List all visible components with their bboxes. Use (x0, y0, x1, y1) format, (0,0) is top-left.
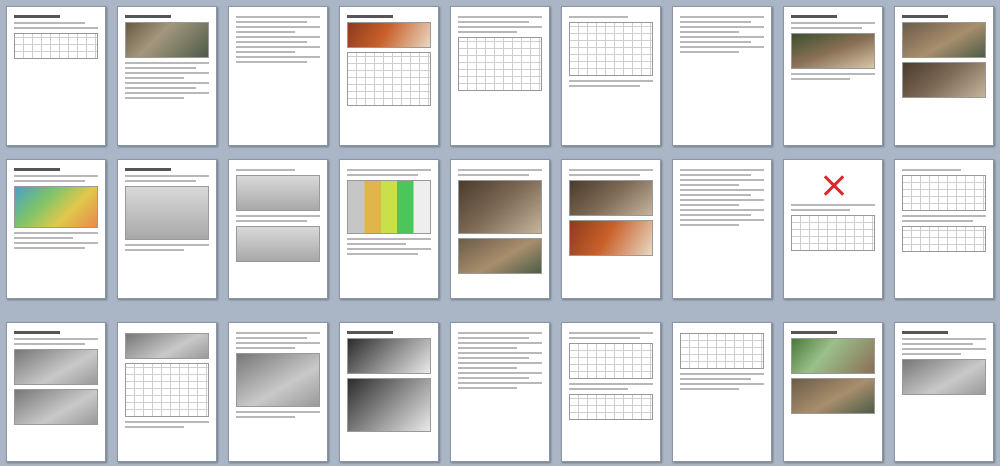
page-thumbnail[interactable] (783, 6, 883, 146)
photo (902, 62, 986, 98)
table (569, 343, 653, 379)
page-thumbnail[interactable] (672, 159, 772, 299)
page-thumbnail[interactable] (6, 6, 106, 146)
drawing (347, 52, 431, 106)
page-thumbnail[interactable] (450, 6, 550, 146)
drawing (458, 37, 542, 91)
page-thumbnail[interactable] (6, 322, 106, 462)
photo (902, 22, 986, 58)
photo (347, 338, 431, 374)
page-thumbnail[interactable] (672, 322, 772, 462)
photo (236, 353, 320, 407)
page-thumbnail[interactable] (117, 6, 217, 146)
photo (236, 226, 320, 262)
page-thumbnail[interactable] (450, 322, 550, 462)
drawing (902, 175, 986, 211)
photo (902, 359, 986, 395)
page-thumbnail[interactable] (894, 322, 994, 462)
drawing (14, 33, 98, 59)
page-thumbnail[interactable] (228, 159, 328, 299)
photo (14, 389, 98, 425)
photo (347, 378, 431, 432)
drawing (680, 333, 764, 369)
page-thumbnail[interactable] (783, 322, 883, 462)
page-thumbnail[interactable] (339, 159, 439, 299)
page-thumbnail[interactable] (117, 159, 217, 299)
page-thumbnail[interactable] (117, 322, 217, 462)
page-thumbnail[interactable] (339, 6, 439, 146)
drawing (902, 226, 986, 252)
thumbnail-grid (0, 0, 1000, 466)
diagram (347, 180, 431, 234)
page-thumbnail[interactable] (561, 6, 661, 146)
photo (569, 180, 653, 216)
photo (347, 22, 431, 48)
photo (791, 338, 875, 374)
photo (14, 349, 98, 385)
drawing (569, 394, 653, 420)
page-thumbnail[interactable] (228, 6, 328, 146)
page-thumbnail[interactable] (894, 6, 994, 146)
drawing (125, 363, 209, 417)
page-thumbnail[interactable] (450, 159, 550, 299)
page-thumbnail[interactable] (672, 6, 772, 146)
photo (791, 33, 875, 69)
page-thumbnail[interactable] (894, 159, 994, 299)
page-thumbnail[interactable] (561, 159, 661, 299)
page-thumbnail[interactable] (339, 322, 439, 462)
photo (458, 180, 542, 234)
map-image (14, 186, 98, 228)
photo (125, 22, 209, 58)
page-thumbnail[interactable] (228, 322, 328, 462)
page-thumbnail[interactable] (561, 322, 661, 462)
photo (791, 378, 875, 414)
photo (125, 186, 209, 240)
photo (458, 238, 542, 274)
drawing (791, 215, 875, 251)
page-thumbnail[interactable] (6, 159, 106, 299)
photo (569, 220, 653, 256)
cross-mark-icon (791, 170, 875, 200)
photo (125, 333, 209, 359)
page-thumbnail[interactable] (783, 159, 883, 299)
drawing (569, 22, 653, 76)
photo (236, 175, 320, 211)
heading-line (14, 15, 61, 18)
